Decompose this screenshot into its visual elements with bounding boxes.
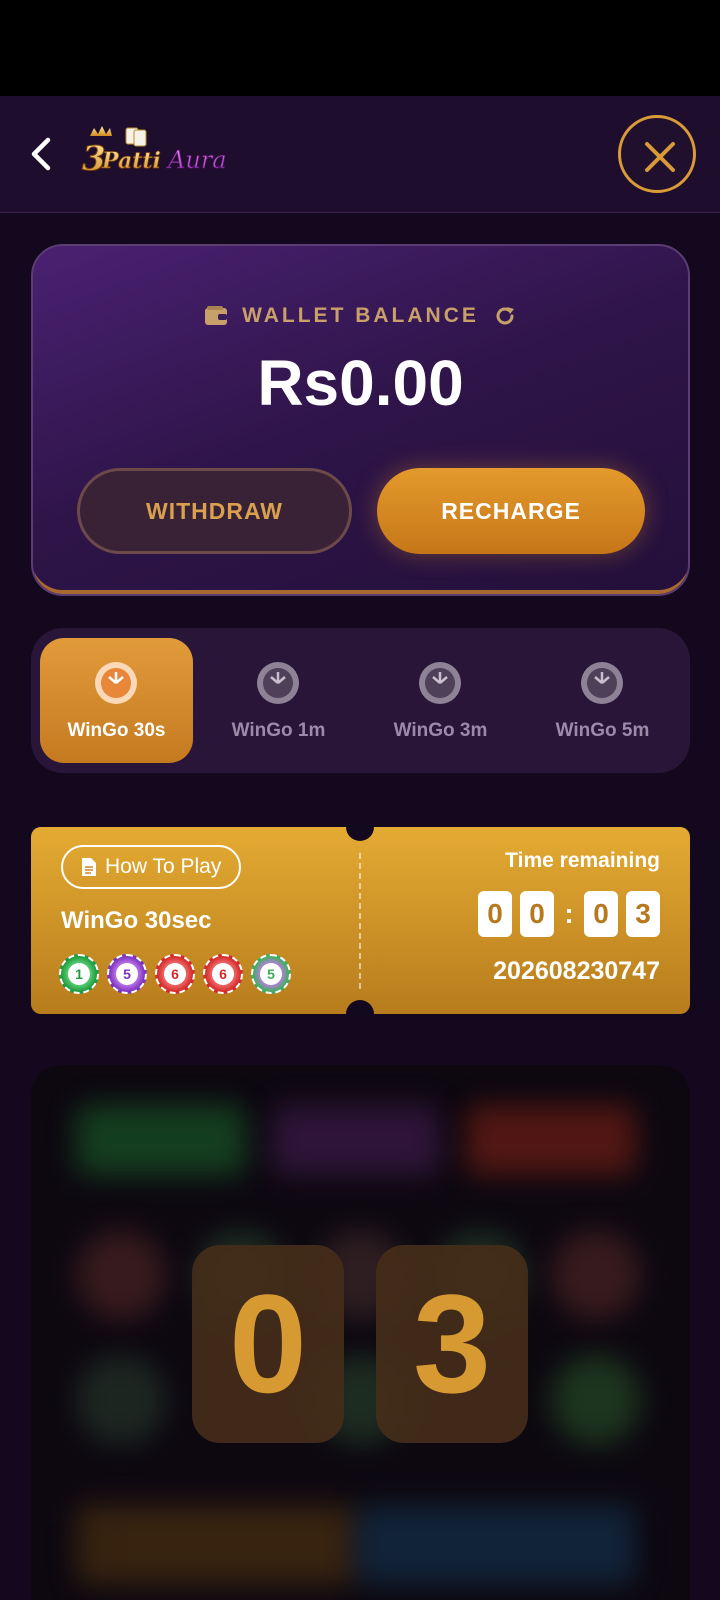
ticket-notch <box>346 1000 374 1028</box>
tab-wingo-1m[interactable]: WinGo 1m <box>202 638 355 763</box>
result-ball: 6 <box>203 954 243 994</box>
recharge-button[interactable]: RECHARGE <box>377 468 645 554</box>
time-remaining-label: Time remaining <box>505 849 660 872</box>
blurred-red-button <box>466 1105 636 1175</box>
clock-icon <box>257 662 299 704</box>
tab-wingo-3m[interactable]: WinGo 3m <box>364 638 517 763</box>
how-to-play-button[interactable]: How To Play <box>61 845 242 889</box>
timer-digit: 3 <box>626 891 660 937</box>
tab-label: WinGo 3m <box>393 720 488 741</box>
svg-text:Patti: Patti <box>101 148 161 174</box>
blurred-number-ball <box>551 1355 641 1445</box>
blurred-number-ball <box>551 1230 641 1320</box>
countdown-big-digit: 0 <box>192 1245 344 1443</box>
result-ball: 1 <box>59 954 99 994</box>
chevron-left-icon <box>31 137 51 171</box>
status-bar <box>0 0 720 96</box>
timer-digit: 0 <box>520 891 554 937</box>
tab-label: WinGo 1m <box>231 720 326 741</box>
tab-label: WinGo 30s <box>67 720 166 741</box>
blurred-number-ball <box>76 1355 166 1445</box>
game-name: WinGo 30sec <box>61 907 212 934</box>
game-tabs: WinGo 30s WinGo 1m WinGo 3m WinGo 5m <box>31 628 690 773</box>
svg-text:Aura: Aura <box>166 146 227 174</box>
blurred-number-ball <box>76 1230 166 1320</box>
countdown-timer: 0 0 : 0 3 <box>478 891 660 937</box>
document-icon <box>82 858 96 876</box>
wallet-balance: Rs0.00 <box>257 347 464 419</box>
blurred-green-button <box>76 1105 246 1175</box>
result-ball: 5 <box>251 954 291 994</box>
wallet-title: WALLET BALANCE <box>242 304 479 327</box>
refresh-icon[interactable] <box>493 304 517 328</box>
betting-board: 0 3 <box>31 1065 690 1600</box>
clock-icon <box>95 662 137 704</box>
withdraw-button[interactable]: WITHDRAW <box>77 468 352 554</box>
ticket-divider <box>359 853 361 989</box>
countdown-big-digit: 3 <box>376 1245 528 1443</box>
app-logo: 3 Patti Aura <box>80 124 250 184</box>
blurred-small-button <box>356 1505 636 1585</box>
app-header: 3 Patti Aura <box>0 96 720 213</box>
timer-separator: : <box>564 898 574 929</box>
close-icon <box>645 142 675 172</box>
timer-digit: 0 <box>584 891 618 937</box>
tab-wingo-30s[interactable]: WinGo 30s <box>40 638 193 763</box>
round-ticket: How To Play WinGo 30sec 1 5 6 6 5 Time r… <box>31 813 690 1028</box>
blurred-big-button <box>76 1505 356 1585</box>
tab-label: WinGo 5m <box>555 720 650 741</box>
how-to-play-label: How To Play <box>105 855 222 878</box>
tab-wingo-5m[interactable]: WinGo 5m <box>526 638 679 763</box>
close-button[interactable] <box>618 115 696 193</box>
wallet-card: WALLET BALANCE Rs0.00 WITHDRAW RECHARGE <box>31 244 690 596</box>
timer-digit: 0 <box>478 891 512 937</box>
clock-icon <box>419 662 461 704</box>
back-button[interactable] <box>24 134 60 174</box>
recent-results: 1 5 6 6 5 <box>59 954 291 994</box>
period-number: 202608230747 <box>493 957 660 985</box>
result-ball: 6 <box>155 954 195 994</box>
result-ball: 5 <box>107 954 147 994</box>
wallet-icon <box>205 306 228 325</box>
clock-icon <box>581 662 623 704</box>
blurred-violet-button <box>271 1105 441 1175</box>
ticket-notch <box>346 813 374 841</box>
